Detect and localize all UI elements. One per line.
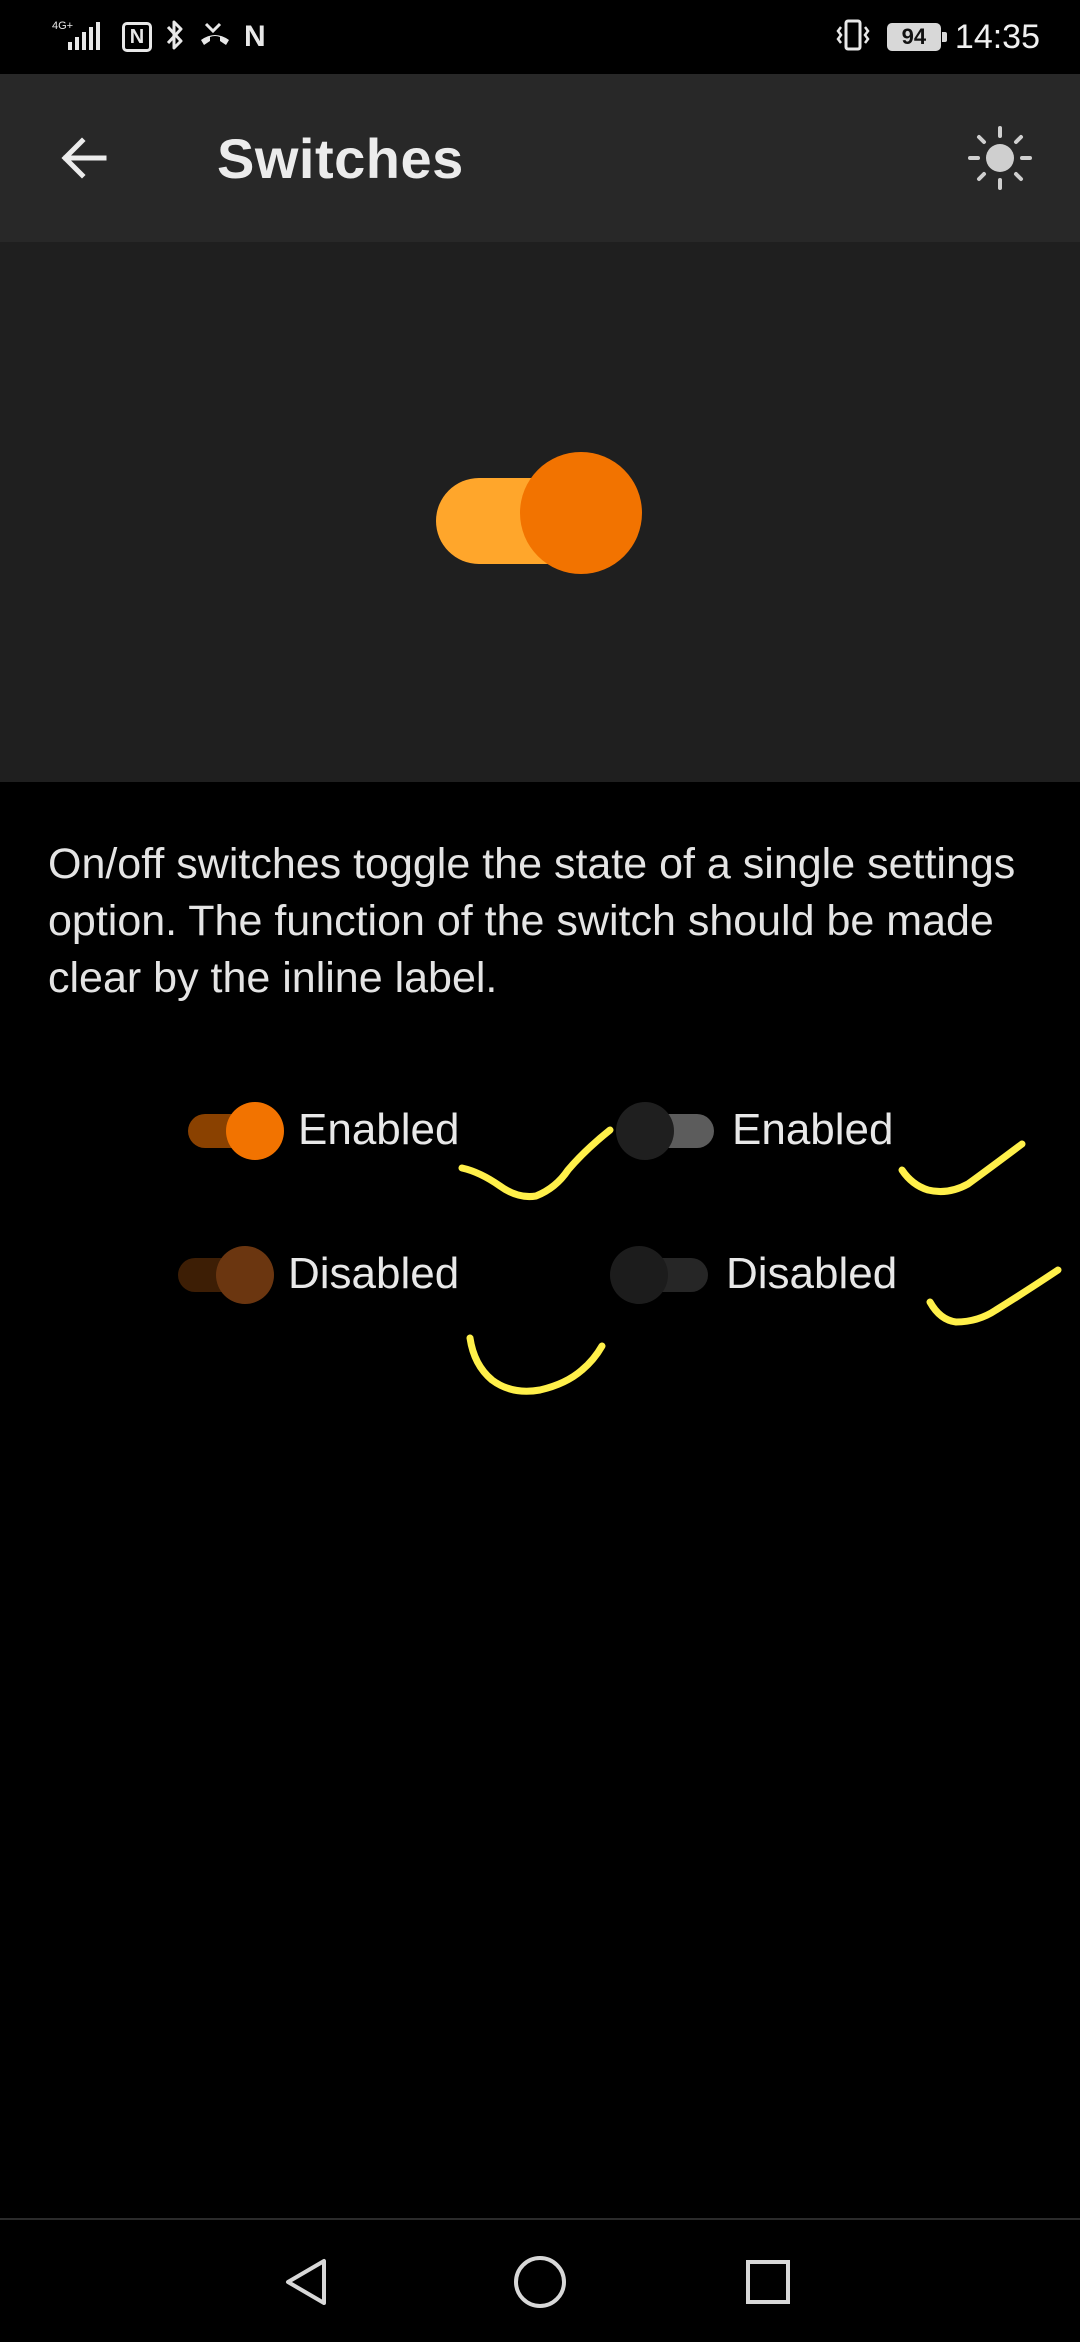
switch-control xyxy=(610,1244,714,1304)
nav-back-icon xyxy=(286,2259,326,2305)
switch-thumb xyxy=(616,1102,674,1160)
switch-disabled-off: Disabled xyxy=(610,1242,897,1306)
hero-switch-thumb xyxy=(520,452,642,574)
bluetooth-icon xyxy=(164,19,186,56)
missed-call-icon xyxy=(198,20,232,55)
switch-label: Disabled xyxy=(288,1249,460,1298)
annotation-check-2 xyxy=(898,1140,1026,1195)
brightness-icon xyxy=(968,126,1032,190)
switch-disabled-on: Disabled xyxy=(172,1242,459,1306)
switch-thumb xyxy=(226,1102,284,1160)
signal-icon: 4G+ xyxy=(52,18,110,57)
nfc-icon: N xyxy=(122,22,152,52)
vibrate-icon xyxy=(833,18,873,57)
back-button[interactable] xyxy=(44,118,124,198)
annotation-check-4 xyxy=(926,1266,1062,1326)
app-bar: Switches xyxy=(0,74,1080,242)
switch-label: Disabled xyxy=(726,1249,898,1298)
nav-recents-button[interactable] xyxy=(728,2242,808,2322)
switch-control[interactable] xyxy=(616,1100,720,1160)
annotation-check-1 xyxy=(458,1126,614,1200)
theme-toggle-button[interactable] xyxy=(960,118,1040,198)
switch-label: Enabled xyxy=(298,1105,460,1154)
status-left-icons: 4G+ N N xyxy=(52,14,266,60)
carrier-letter: N xyxy=(244,20,266,53)
battery-icon: 94 xyxy=(886,23,947,51)
network-type-label: 4G+ xyxy=(52,20,73,32)
status-time: 14:35 xyxy=(954,17,1040,56)
switch-thumb xyxy=(610,1246,668,1304)
nav-back-button[interactable] xyxy=(268,2242,348,2322)
page-title: Switches xyxy=(217,127,464,190)
hero-preview xyxy=(0,242,1080,782)
system-nav-bar xyxy=(0,2218,1080,2342)
description-text: On/off switches toggle the state of a si… xyxy=(48,840,1016,1002)
status-right-icons: 94 14:35 xyxy=(833,14,1040,60)
nav-recents-icon xyxy=(746,2260,790,2304)
status-bar: 4G+ N N 94 14:35 xyxy=(0,0,1080,74)
switch-control xyxy=(172,1244,276,1304)
switch-thumb xyxy=(216,1246,274,1304)
hero-switch[interactable] xyxy=(436,452,644,574)
annotation-check-3 xyxy=(466,1334,606,1395)
switch-enabled-on[interactable]: Enabled xyxy=(182,1098,459,1162)
arrow-back-icon xyxy=(61,137,107,179)
nav-home-icon xyxy=(514,2256,566,2308)
switch-control[interactable] xyxy=(182,1100,286,1160)
nav-home-button[interactable] xyxy=(500,2242,580,2322)
switch-label: Enabled xyxy=(732,1105,894,1154)
switch-enabled-off[interactable]: Enabled xyxy=(616,1098,893,1162)
